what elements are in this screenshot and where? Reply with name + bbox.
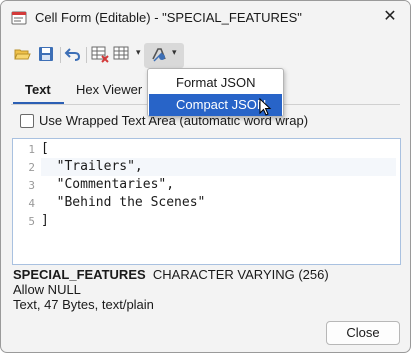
format-dropdown-icon[interactable]: ▾ [172, 47, 182, 61]
line-number: 1 [28, 143, 35, 156]
grid-delete-icon[interactable] [91, 45, 111, 65]
column-name: SPECIAL_FEATURES [13, 267, 146, 282]
column-nullability: Allow NULL [13, 282, 81, 297]
text-editor[interactable]: 1 2 3 4 5 [ "Trailers", "Commentaries", … [12, 138, 401, 265]
close-button[interactable]: Close [326, 321, 400, 345]
column-info-line: SPECIAL_FEATURES CHARACTER VARYING (256) [13, 267, 329, 282]
menu-item-format-json[interactable]: Format JSON [149, 72, 282, 94]
format-icon[interactable] [150, 45, 170, 65]
cell-form-window: Cell Form (Editable) - "SPECIAL_FEATURES… [0, 0, 411, 353]
toolbar-separator [60, 47, 61, 63]
title-bar: Cell Form (Editable) - "SPECIAL_FEATURES… [1, 1, 410, 34]
line-number: 3 [28, 179, 35, 192]
save-icon[interactable] [37, 45, 57, 65]
window-title: Cell Form (Editable) - "SPECIAL_FEATURES… [35, 10, 302, 25]
toolbar-separator [86, 47, 87, 63]
undo-icon[interactable] [64, 45, 84, 65]
line-number: 2 [28, 161, 35, 174]
column-type: CHARACTER VARYING (256) [152, 267, 329, 282]
code-line: "Trailers", [41, 158, 396, 176]
code-line: [ [41, 141, 49, 156]
code-line: "Behind the Scenes" [41, 195, 206, 210]
open-icon[interactable] [13, 45, 33, 65]
code-line: ] [41, 213, 49, 228]
tab-hex-viewer[interactable]: Hex Viewer [76, 82, 142, 97]
toolbar: ▾ ▾ [1, 41, 410, 71]
window-close-icon[interactable]: ✕ [378, 6, 402, 28]
line-number: 5 [28, 215, 35, 228]
mouse-pointer-icon [259, 98, 272, 116]
wrap-checkbox[interactable] [20, 114, 34, 128]
cell-form-app-icon [11, 11, 27, 25]
tab-text[interactable]: Text [25, 82, 51, 97]
line-number: 4 [28, 197, 35, 210]
grid-options-icon[interactable] [113, 45, 133, 65]
line-number-gutter: 1 2 3 4 5 [13, 139, 39, 264]
content-details: Text, 47 Bytes, text/plain [13, 297, 154, 312]
code-line: "Commentaries", [41, 177, 175, 192]
